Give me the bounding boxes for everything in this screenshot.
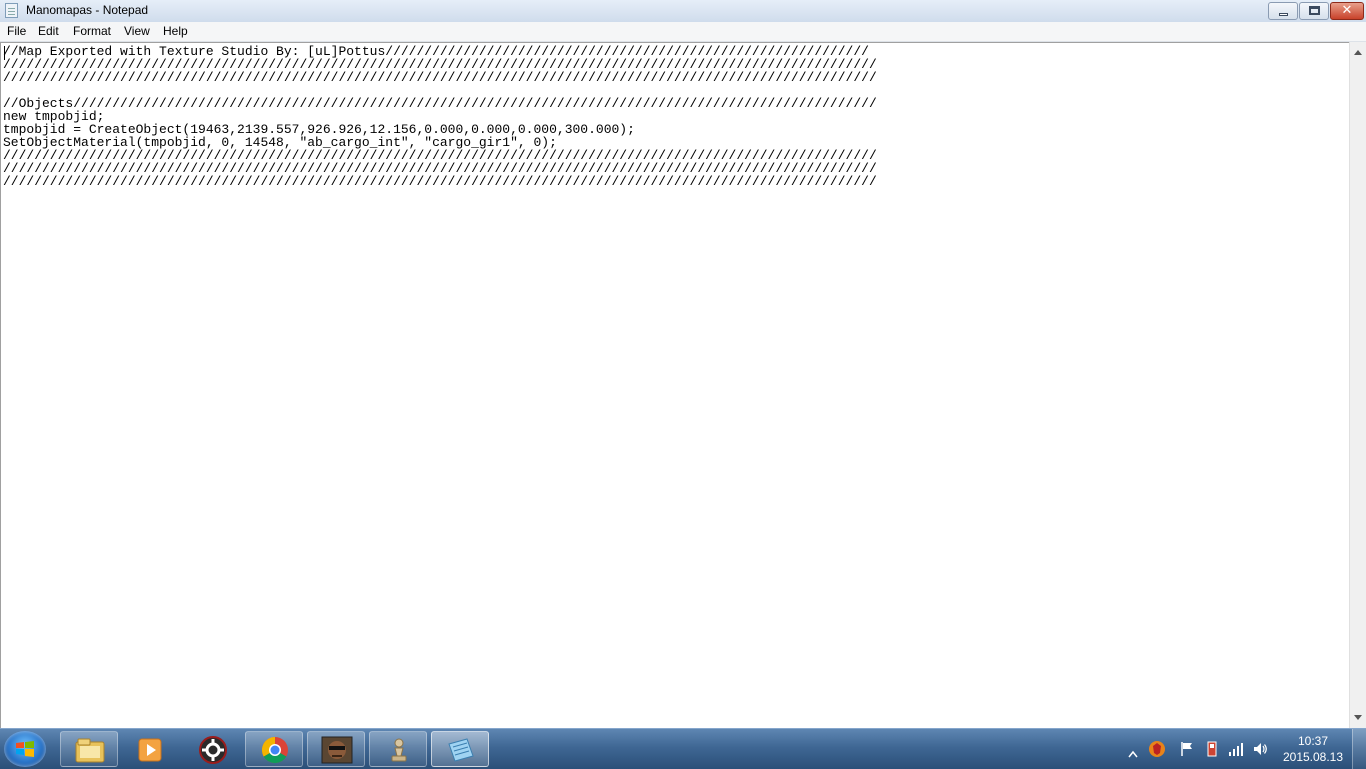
game-character-icon [321, 736, 353, 764]
menu-bar: File Edit Format View Help [0, 22, 1366, 42]
taskbar-media-player[interactable] [121, 731, 179, 767]
start-button[interactable] [4, 731, 46, 767]
media-player-icon [138, 738, 162, 762]
title-bar[interactable]: Manomapas - Notepad ✕ [0, 0, 1366, 23]
taskbar-game[interactable] [307, 731, 365, 767]
scroll-up-arrow-icon[interactable] [1354, 50, 1362, 55]
volume-icon[interactable] [1252, 741, 1268, 761]
clock[interactable]: 10:37 2015.08.13 [1280, 733, 1346, 765]
close-button[interactable]: ✕ [1330, 2, 1364, 20]
taskbar-app-gear[interactable] [183, 731, 241, 767]
window-title: Manomapas - Notepad [26, 3, 149, 17]
close-icon: ✕ [1341, 3, 1353, 18]
scroll-down-arrow-icon[interactable] [1354, 715, 1362, 720]
menu-format[interactable]: Format [71, 24, 113, 38]
minimize-button[interactable] [1268, 2, 1298, 20]
taskbar-chrome[interactable] [245, 731, 303, 767]
windows-explorer-icon [75, 738, 105, 763]
editor-line: //Objects///////////////////////////////… [3, 96, 877, 111]
taskbar-notepad[interactable] [431, 731, 489, 767]
editor-line: ////////////////////////////////////////… [3, 174, 877, 189]
editor-text[interactable]: //Map Exported with Texture Studio By: [… [1, 43, 1349, 188]
show-hidden-icons-arrow[interactable] [1128, 743, 1138, 762]
action-center-flag-icon[interactable] [1179, 741, 1195, 761]
text-caret [4, 46, 5, 60]
windows-logo-icon [16, 741, 34, 757]
notepad-icon [448, 738, 474, 762]
network-signal-icon[interactable] [1228, 741, 1244, 761]
clock-time: 10:37 [1297, 734, 1329, 748]
app-gear-icon [199, 736, 227, 764]
menu-view[interactable]: View [122, 24, 152, 38]
usb-device-icon[interactable] [1204, 741, 1220, 761]
clock-date: 2015.08.13 [1282, 750, 1344, 764]
vertical-scrollbar[interactable] [1349, 42, 1366, 728]
chrome-icon [261, 736, 288, 764]
restore-button[interactable] [1299, 2, 1329, 20]
menu-file[interactable]: File [5, 24, 28, 38]
show-desktop-button[interactable] [1352, 729, 1366, 769]
taskbar: 10:37 2015.08.13 [0, 728, 1366, 769]
menu-edit[interactable]: Edit [36, 24, 61, 38]
system-tray [1125, 729, 1285, 769]
taskbar-chess[interactable] [369, 731, 427, 767]
antivirus-icon[interactable] [1148, 740, 1166, 762]
notepad-app-icon[interactable] [5, 3, 18, 18]
taskbar-explorer[interactable] [60, 731, 118, 767]
editor-line: ////////////////////////////////////////… [3, 70, 877, 85]
chess-pawn-icon [391, 738, 407, 762]
text-editor[interactable]: //Map Exported with Texture Studio By: [… [0, 42, 1349, 728]
menu-help[interactable]: Help [161, 24, 190, 38]
